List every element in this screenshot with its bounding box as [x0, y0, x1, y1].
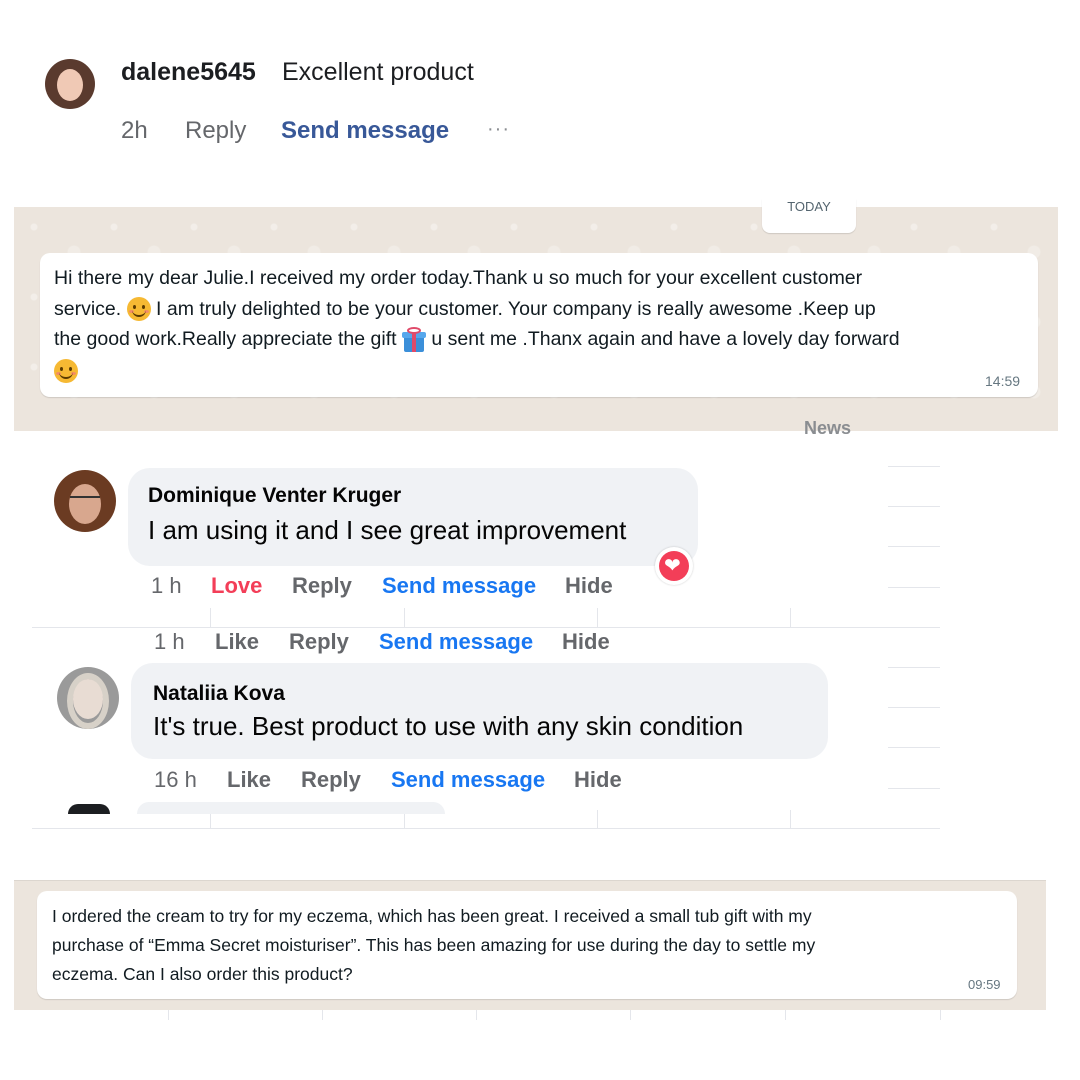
message-timestamp: 09:59 — [968, 977, 1001, 992]
news-heading-fragment: News — [804, 418, 852, 438]
hide-button[interactable]: Hide — [574, 767, 622, 793]
send-message-button[interactable]: Send message — [391, 767, 545, 793]
smiling-face-emoji-icon — [54, 358, 78, 383]
divider — [790, 810, 791, 828]
message-fragment: service. — [54, 297, 127, 320]
divider — [597, 608, 598, 628]
avatar-nataliia[interactable] — [57, 667, 119, 729]
divider — [322, 1010, 323, 1020]
reply-button[interactable]: Reply — [185, 117, 246, 145]
message-line: the good work.Really appreciate the gift… — [54, 324, 1034, 355]
message-line: I ordered the cream to try for my eczema… — [52, 906, 812, 926]
divider — [14, 880, 1046, 881]
divider — [888, 506, 940, 507]
divider — [888, 466, 940, 467]
avatar-cropped — [68, 804, 110, 814]
hide-button[interactable]: Hide — [565, 573, 613, 599]
divider — [888, 667, 940, 668]
message-fragment: the good work.Really appreciate the gift — [54, 328, 402, 351]
comment-time: 16 h — [154, 767, 197, 792]
comment-username[interactable]: dalene5645 — [121, 58, 256, 87]
like-button[interactable]: Like — [227, 767, 271, 793]
divider — [210, 608, 211, 628]
commenter-name[interactable]: Dominique Venter Kruger — [148, 484, 401, 508]
comment-text: Excellent product — [282, 58, 474, 86]
message-timestamp: 14:59 — [985, 373, 1021, 389]
comment-text: It's true. Best product to use with any … — [153, 711, 744, 741]
commenter-name[interactable]: Nataliia Kova — [153, 682, 285, 706]
message-line: Hi there my dear Julie.I received my ord… — [54, 267, 863, 289]
send-message-button[interactable]: Send message — [281, 117, 449, 145]
send-message-button[interactable]: Send message — [382, 573, 536, 599]
divider — [597, 810, 598, 828]
comment-text: I am using it and I see great improvemen… — [148, 515, 627, 545]
divider — [32, 627, 940, 628]
divider — [888, 747, 940, 748]
love-reaction-icon[interactable]: ❤ — [655, 547, 693, 585]
hide-button[interactable]: Hide — [562, 629, 610, 655]
divider — [888, 788, 940, 789]
divider — [404, 608, 405, 628]
divider — [168, 1010, 169, 1020]
message-fragment: I am truly delighted to be your customer… — [150, 297, 876, 320]
date-chip: TODAY — [762, 199, 856, 233]
divider — [888, 707, 940, 708]
message-text: I ordered the cream to try for my eczema… — [52, 902, 1012, 989]
divider — [630, 1010, 631, 1020]
divider — [888, 587, 940, 588]
send-message-button[interactable]: Send message — [379, 629, 533, 655]
comment-time: 1 h — [151, 573, 182, 598]
divider — [476, 1010, 477, 1020]
divider — [888, 546, 940, 547]
message-line: purchase of “Emma Secret moisturiser”. T… — [52, 935, 816, 955]
like-button[interactable]: Like — [215, 629, 259, 655]
reply-button[interactable]: Reply — [301, 767, 361, 793]
avatar-dalene[interactable] — [45, 59, 95, 109]
comment-time: 2h — [121, 117, 148, 144]
avatar-dominique[interactable] — [54, 470, 116, 532]
gift-emoji-icon — [401, 327, 426, 353]
message-text: Hi there my dear Julie.I received my ord… — [54, 263, 1034, 385]
message-line — [54, 355, 1034, 386]
divider — [940, 1010, 941, 1020]
divider — [790, 608, 791, 628]
divider — [32, 828, 940, 829]
message-fragment: u sent me .Thanx again and have a lovely… — [425, 328, 900, 351]
message-line: service. I am truly delighted to be your… — [54, 294, 1034, 325]
love-button[interactable]: Love — [211, 573, 262, 599]
reply-button[interactable]: Reply — [289, 629, 349, 655]
comment-bubble-cropped — [137, 802, 445, 814]
more-options-icon[interactable]: ··· — [487, 118, 510, 141]
date-chip-label: TODAY — [787, 199, 831, 214]
divider — [785, 1010, 786, 1020]
comment-time: 1 h — [154, 629, 185, 654]
reply-button[interactable]: Reply — [292, 573, 352, 599]
smiling-face-emoji-icon — [126, 297, 151, 322]
message-line: eczema. Can I also order this product? — [52, 964, 353, 984]
